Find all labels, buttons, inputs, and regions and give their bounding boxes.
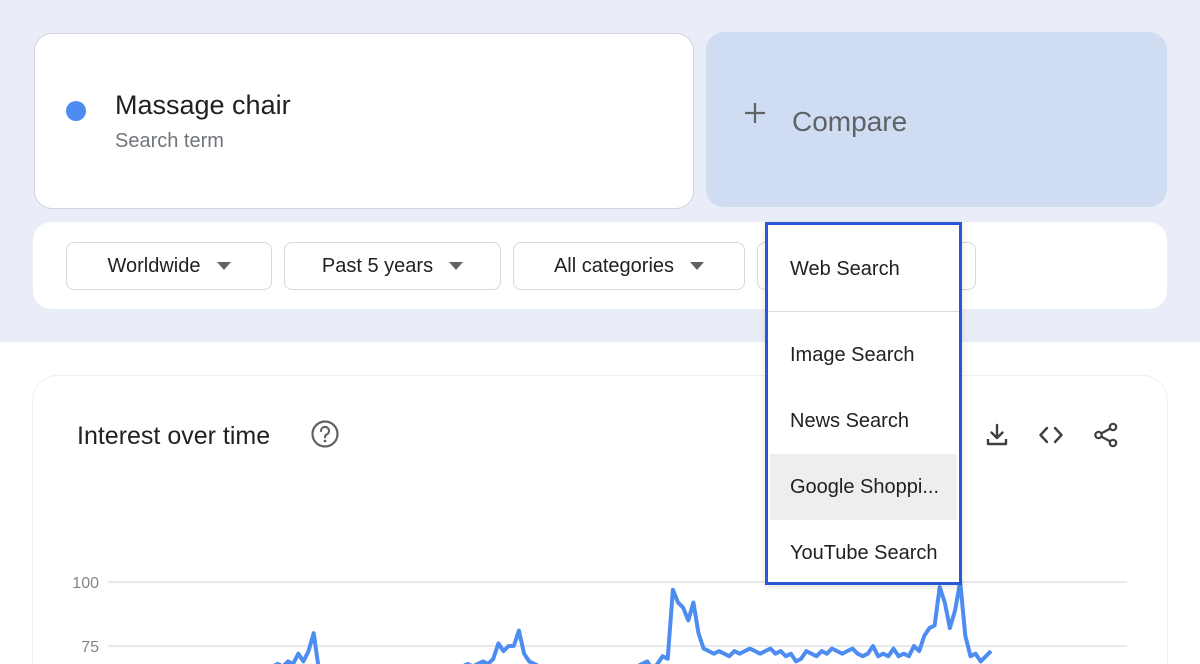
- menu-divider: [768, 311, 959, 312]
- filter-bar: Worldwide Past 5 years All categories: [33, 222, 1167, 309]
- menu-item-google-shopping[interactable]: Google Shoppi...: [770, 454, 957, 520]
- series-line: [273, 580, 993, 664]
- series-color-dot: [66, 101, 86, 121]
- interest-chart: 100 75: [72, 575, 1127, 664]
- search-type-menu: Web Search Image Search News Search Goog…: [765, 222, 962, 585]
- menu-item-youtube-search[interactable]: YouTube Search: [770, 520, 957, 586]
- caret-down-icon: [449, 262, 464, 270]
- time-range-filter[interactable]: Past 5 years: [284, 242, 501, 290]
- search-term-card[interactable]: Massage chair Search term: [34, 33, 694, 209]
- search-term-type: Search term: [115, 130, 224, 152]
- menu-item-web-search[interactable]: Web Search: [770, 236, 957, 302]
- caret-down-icon: [690, 262, 705, 270]
- category-filter-label: All categories: [553, 254, 675, 277]
- menu-item-news-search[interactable]: News Search: [770, 388, 957, 454]
- compare-button[interactable]: Compare: [706, 32, 1167, 207]
- caret-down-icon: [216, 262, 231, 270]
- region-filter[interactable]: Worldwide: [66, 242, 272, 290]
- time-range-filter-label: Past 5 years: [321, 254, 434, 277]
- category-filter[interactable]: All categories: [513, 242, 745, 290]
- y-tick-label: 100: [72, 575, 99, 592]
- search-term-name[interactable]: Massage chair: [115, 90, 291, 121]
- plus-icon: [745, 103, 765, 123]
- region-filter-label: Worldwide: [107, 254, 201, 277]
- menu-item-image-search[interactable]: Image Search: [770, 322, 957, 388]
- interest-over-time-card: Interest over time 100 75: [33, 376, 1167, 664]
- compare-label: Compare: [792, 106, 908, 137]
- y-tick-label: 75: [81, 639, 99, 656]
